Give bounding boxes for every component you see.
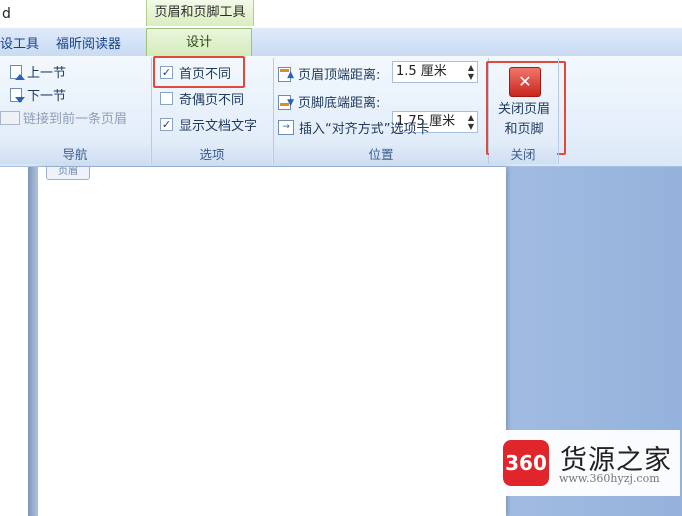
group-label-options: 选项 <box>152 146 272 164</box>
header-from-top-label-row: ▲ 页眉顶端距离: <box>278 64 380 83</box>
previous-section-label: 上一节 <box>27 66 67 81</box>
footer-from-bottom-label-row: ▼ 页脚底端距离: <box>278 92 380 111</box>
different-first-page-label: 首页不同 <box>179 67 232 82</box>
header-from-top-label: 页眉顶端距离: <box>298 68 381 83</box>
header-tag: 页眉 <box>46 167 90 180</box>
different-odd-even-label: 奇偶页不同 <box>179 93 245 108</box>
spinner-arrows-icon[interactable]: ▲ ▼ <box>468 113 474 131</box>
close-label-line2: 和页脚 <box>504 122 544 137</box>
link-to-previous-label: 链接到前一条页眉 <box>23 112 128 127</box>
spinner-arrows-icon[interactable]: ▲ ▼ <box>468 63 474 81</box>
insert-alignment-tab-label: 插入“对齐方式”选项卡 <box>299 122 430 137</box>
footer-position-icon: ▼ <box>278 94 294 110</box>
next-section-button[interactable]: 下一节 <box>10 85 66 104</box>
next-section-icon <box>10 87 25 103</box>
different-first-page-checkbox[interactable]: ✓ 首页不同 <box>160 63 231 82</box>
close-icon[interactable]: ✕ <box>509 67 541 97</box>
checkbox-checked-icon: ✓ <box>160 66 173 79</box>
window-title: d <box>2 6 11 22</box>
header-from-top-value: 1.5 厘米 <box>396 64 447 79</box>
title-bar <box>0 0 682 28</box>
previous-section-button[interactable]: 上一节 <box>10 62 66 81</box>
insert-tab-icon: → <box>278 120 294 135</box>
group-label-close: 关闭 <box>489 146 557 164</box>
document-page[interactable] <box>38 167 506 516</box>
tab-foxit-reader[interactable]: 福昕阅读器 <box>56 33 121 52</box>
previous-section-icon <box>10 64 25 80</box>
group-label-navigation: 导航 <box>0 146 150 164</box>
context-tab-group-label: 页眉和页脚工具 <box>146 0 254 26</box>
link-to-previous-button[interactable]: 链接到前一条页眉 <box>0 108 127 127</box>
different-odd-even-checkbox[interactable]: 奇偶页不同 <box>160 89 244 108</box>
checkbox-checked-icon: ✓ <box>160 118 173 131</box>
close-header-footer-button[interactable]: 关闭页眉 和页脚 <box>490 100 558 140</box>
group-divider <box>558 58 559 164</box>
left-pane <box>0 167 29 516</box>
show-document-text-label: 显示文档文字 <box>179 119 258 134</box>
next-section-label: 下一节 <box>27 89 67 104</box>
watermark-logo: 360 <box>503 440 549 486</box>
tab-design[interactable]: 设计 <box>146 28 252 57</box>
close-label-line1: 关闭页眉 <box>497 102 550 117</box>
show-document-text-checkbox[interactable]: ✓ 显示文档文字 <box>160 115 257 134</box>
header-position-icon: ▲ <box>278 66 294 82</box>
tab-tools[interactable]: 设工具 <box>0 33 39 52</box>
group-label-position: 位置 <box>274 146 488 164</box>
page-shadow <box>28 167 38 516</box>
checkbox-unchecked-icon <box>160 92 173 105</box>
header-from-top-input[interactable]: 1.5 厘米 ▲ ▼ <box>392 61 478 83</box>
footer-from-bottom-label: 页脚底端距离: <box>298 96 381 111</box>
link-icon <box>0 110 20 125</box>
insert-alignment-tab-button[interactable]: → 插入“对齐方式”选项卡 <box>278 118 429 137</box>
watermark-url: www.360hyzj.com <box>559 472 660 485</box>
